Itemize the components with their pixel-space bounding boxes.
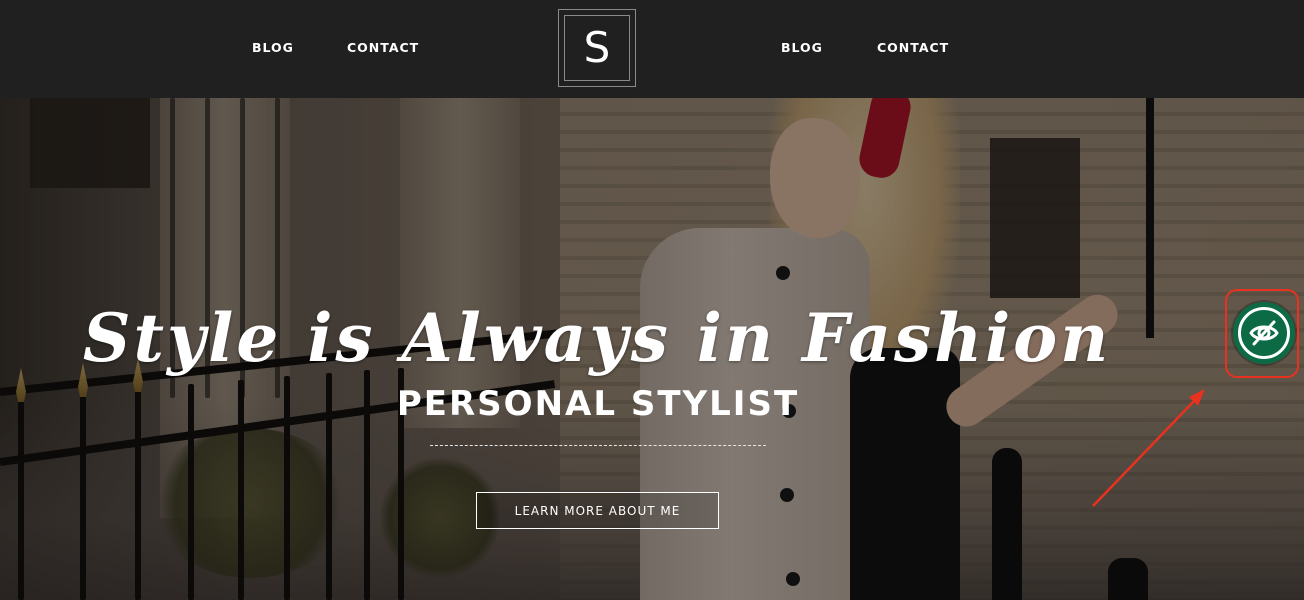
hero-title: Style is Always in Fashion — [82, 299, 1112, 377]
nav-link-blog-right[interactable]: BLOG — [781, 41, 823, 55]
site-logo[interactable]: S — [558, 9, 636, 87]
nav-link-contact-left[interactable]: CONTACT — [347, 41, 419, 55]
logo-letter: S — [564, 15, 630, 81]
site-header: BLOG CONTACT S BLOG CONTACT — [0, 0, 1304, 98]
visibility-toggle-button[interactable] — [1233, 302, 1295, 364]
hero-divider — [430, 445, 766, 446]
hero-section: Style is Always in Fashion PERSONAL STYL… — [0, 98, 1304, 600]
hero-subtitle: PERSONAL STYLIST — [396, 384, 800, 424]
annotation-arrow — [1092, 389, 1205, 507]
eye-slash-icon — [1238, 307, 1290, 359]
learn-more-button[interactable]: LEARN MORE ABOUT ME — [476, 492, 719, 529]
nav-link-blog-left[interactable]: BLOG — [252, 41, 294, 55]
nav-link-contact-right[interactable]: CONTACT — [877, 41, 949, 55]
page: BLOG CONTACT S BLOG CONTACT Style is Alw… — [0, 0, 1304, 600]
